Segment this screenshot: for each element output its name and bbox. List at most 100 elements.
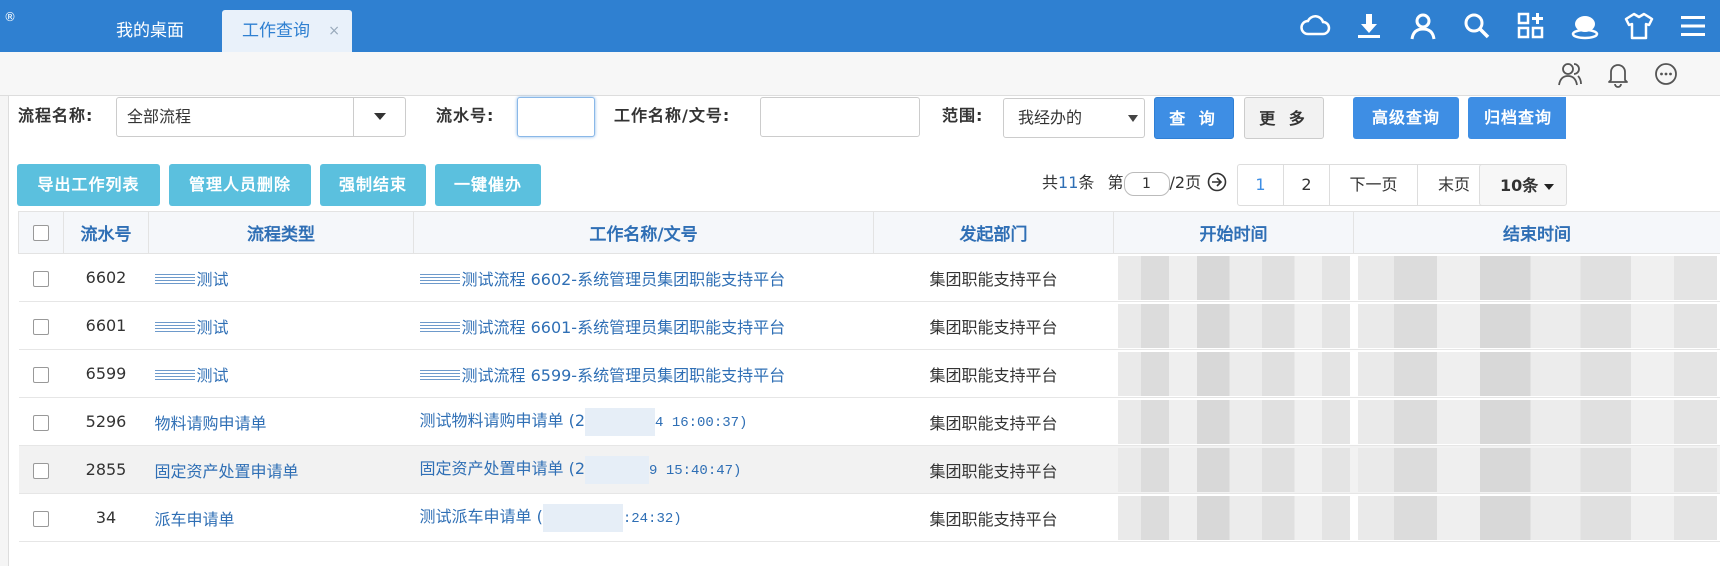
page-size-select[interactable]: 10条 [1479, 164, 1567, 206]
pager-info: 共11条 第 1/2页 [1042, 168, 1201, 198]
row-checkbox[interactable] [33, 270, 49, 287]
header-dept[interactable]: 发起部门 [873, 211, 1114, 254]
chevron-down-icon[interactable] [353, 98, 405, 136]
scope-select[interactable]: 我经办的 [1003, 98, 1145, 138]
tab-my-desktop[interactable]: 我的桌面 [90, 10, 210, 52]
row-checkbox[interactable] [33, 366, 49, 383]
dept-cell: 集团职能支持平台 [873, 349, 1114, 398]
chevron-down-icon [1544, 165, 1554, 207]
admin-delete-button[interactable]: 管理人员删除 [169, 164, 311, 206]
flow-type-link[interactable]: 测试 [197, 318, 229, 337]
flow-name-label: 流程名称: [18, 106, 94, 125]
redacted-end-time [1357, 495, 1717, 540]
cloud-icon[interactable] [1288, 6, 1342, 46]
more-button[interactable]: 更 多 [1244, 97, 1324, 139]
redacted-end-time [1357, 447, 1717, 492]
table-row: 6601 测试 测试流程 6601-系统管理员集团职能支持平台 集团职能支持平台 [18, 301, 1720, 350]
sub-icon-group [1546, 58, 1690, 90]
header-type[interactable]: 流程类型 [148, 211, 414, 254]
contacts-icon[interactable] [1546, 58, 1594, 90]
flow-type-link[interactable]: 固定资产处置申请单 [148, 445, 414, 494]
skin-icon[interactable] [1558, 6, 1612, 46]
flow-type-link[interactable]: 测试 [197, 270, 229, 289]
table-row: 5296 物料请购申请单 测试物料请购申请单 (2 4 16:00:37) 集团职… [18, 397, 1720, 446]
row-checkbox[interactable] [33, 510, 49, 527]
redacted-start-time [1117, 351, 1350, 396]
scope-label: 范围: [942, 106, 984, 125]
redacted-end-time [1357, 351, 1717, 396]
serial-input[interactable] [517, 97, 595, 137]
work-name-link-suffix[interactable]: 9 15:40:47) [649, 463, 741, 479]
archive-query-button[interactable]: 归档查询 [1468, 97, 1566, 139]
top-navigation-bar: ® 我的桌面 工作查询 × [0, 0, 1720, 52]
user-icon[interactable] [1396, 6, 1450, 46]
redacted-start-time [1117, 495, 1350, 540]
work-name-link[interactable]: 测试流程 6602-系统管理员集团职能支持平台 [462, 270, 786, 289]
dept-cell: 集团职能支持平台 [873, 445, 1114, 494]
row-checkbox[interactable] [33, 414, 49, 431]
work-name-link[interactable]: 固定资产处置申请单 (2 [420, 459, 586, 478]
bell-icon[interactable] [1594, 58, 1642, 90]
redacted-text [154, 370, 195, 382]
flow-type-link[interactable]: 测试 [197, 366, 229, 385]
force-end-button[interactable]: 强制结束 [320, 164, 426, 206]
redacted-text [154, 274, 195, 286]
download-icon[interactable] [1342, 6, 1396, 46]
header-name[interactable]: 工作名称/文号 [413, 211, 874, 254]
flow-type-link[interactable]: 派车申请单 [148, 493, 414, 542]
header-serial[interactable]: 流水号 [63, 211, 149, 254]
work-name-link[interactable]: 测试物料请购申请单 (2 [420, 411, 586, 430]
apps-grid-icon[interactable] [1504, 6, 1558, 46]
work-name-link-suffix[interactable]: 4 16:00:37) [655, 415, 747, 431]
advanced-query-button[interactable]: 高级查询 [1353, 97, 1459, 139]
work-name-label: 工作名称/文号: [614, 106, 731, 125]
flow-name-select[interactable]: 全部流程 [116, 97, 406, 137]
header-start-time[interactable]: 开始时间 [1113, 211, 1354, 254]
work-name-link[interactable]: 测试派车申请单 ( [420, 507, 543, 526]
page-size-value: 10条 [1500, 176, 1539, 195]
dept-cell: 集团职能支持平台 [873, 301, 1114, 350]
one-click-urge-button[interactable]: 一键催办 [435, 164, 541, 206]
close-icon[interactable]: × [328, 10, 340, 52]
redacted-text [419, 370, 460, 382]
theme-shirt-icon[interactable] [1612, 6, 1666, 46]
export-list-button[interactable]: 导出工作列表 [17, 164, 160, 206]
sub-toolbar [0, 52, 1720, 96]
menu-icon[interactable] [1666, 6, 1720, 46]
dept-cell: 集团职能支持平台 [873, 493, 1114, 542]
page-2-button[interactable]: 2 [1284, 165, 1330, 205]
dept-cell: 集团职能支持平台 [873, 253, 1114, 302]
row-checkbox[interactable] [33, 318, 49, 335]
query-button[interactable]: 查 询 [1154, 97, 1234, 139]
redacted-end-time [1357, 399, 1717, 444]
page-input[interactable]: 1 [1123, 171, 1170, 196]
work-name-link[interactable]: 测试流程 6599-系统管理员集团职能支持平台 [462, 366, 786, 385]
redacted-text [419, 274, 460, 286]
go-page-icon[interactable] [1207, 172, 1229, 194]
serial-cell: 6599 [63, 349, 149, 398]
redacted-text [585, 455, 650, 484]
table-row: 2855 固定资产处置申请单 固定资产处置申请单 (2 9 15:40:47) 集… [18, 445, 1720, 494]
work-name-link-suffix[interactable]: :24:32) [623, 511, 682, 527]
work-name-input[interactable] [760, 97, 920, 137]
table-row: 6599 测试 测试流程 6599-系统管理员集团职能支持平台 集团职能支持平台 [18, 349, 1720, 398]
select-all-checkbox[interactable] [33, 224, 49, 241]
tab-work-query[interactable]: 工作查询 × [222, 10, 352, 52]
next-page-button[interactable]: 下一页 [1330, 165, 1418, 205]
serial-cell: 6602 [63, 253, 149, 302]
redacted-text [542, 503, 623, 532]
row-checkbox[interactable] [33, 462, 49, 479]
flow-type-link[interactable]: 物料请购申请单 [148, 397, 414, 446]
chat-icon[interactable] [1642, 58, 1690, 90]
redacted-text [419, 322, 460, 334]
serial-cell: 5296 [63, 397, 149, 446]
redacted-start-time [1117, 303, 1350, 348]
redacted-end-time [1357, 303, 1717, 348]
serial-label: 流水号: [436, 106, 495, 125]
search-icon[interactable] [1450, 6, 1504, 46]
work-name-link[interactable]: 测试流程 6601-系统管理员集团职能支持平台 [462, 318, 786, 337]
header-end-time[interactable]: 结束时间 [1353, 211, 1720, 254]
serial-cell: 2855 [63, 445, 149, 494]
chevron-down-icon [1128, 99, 1138, 137]
page-1-button[interactable]: 1 [1238, 165, 1284, 205]
